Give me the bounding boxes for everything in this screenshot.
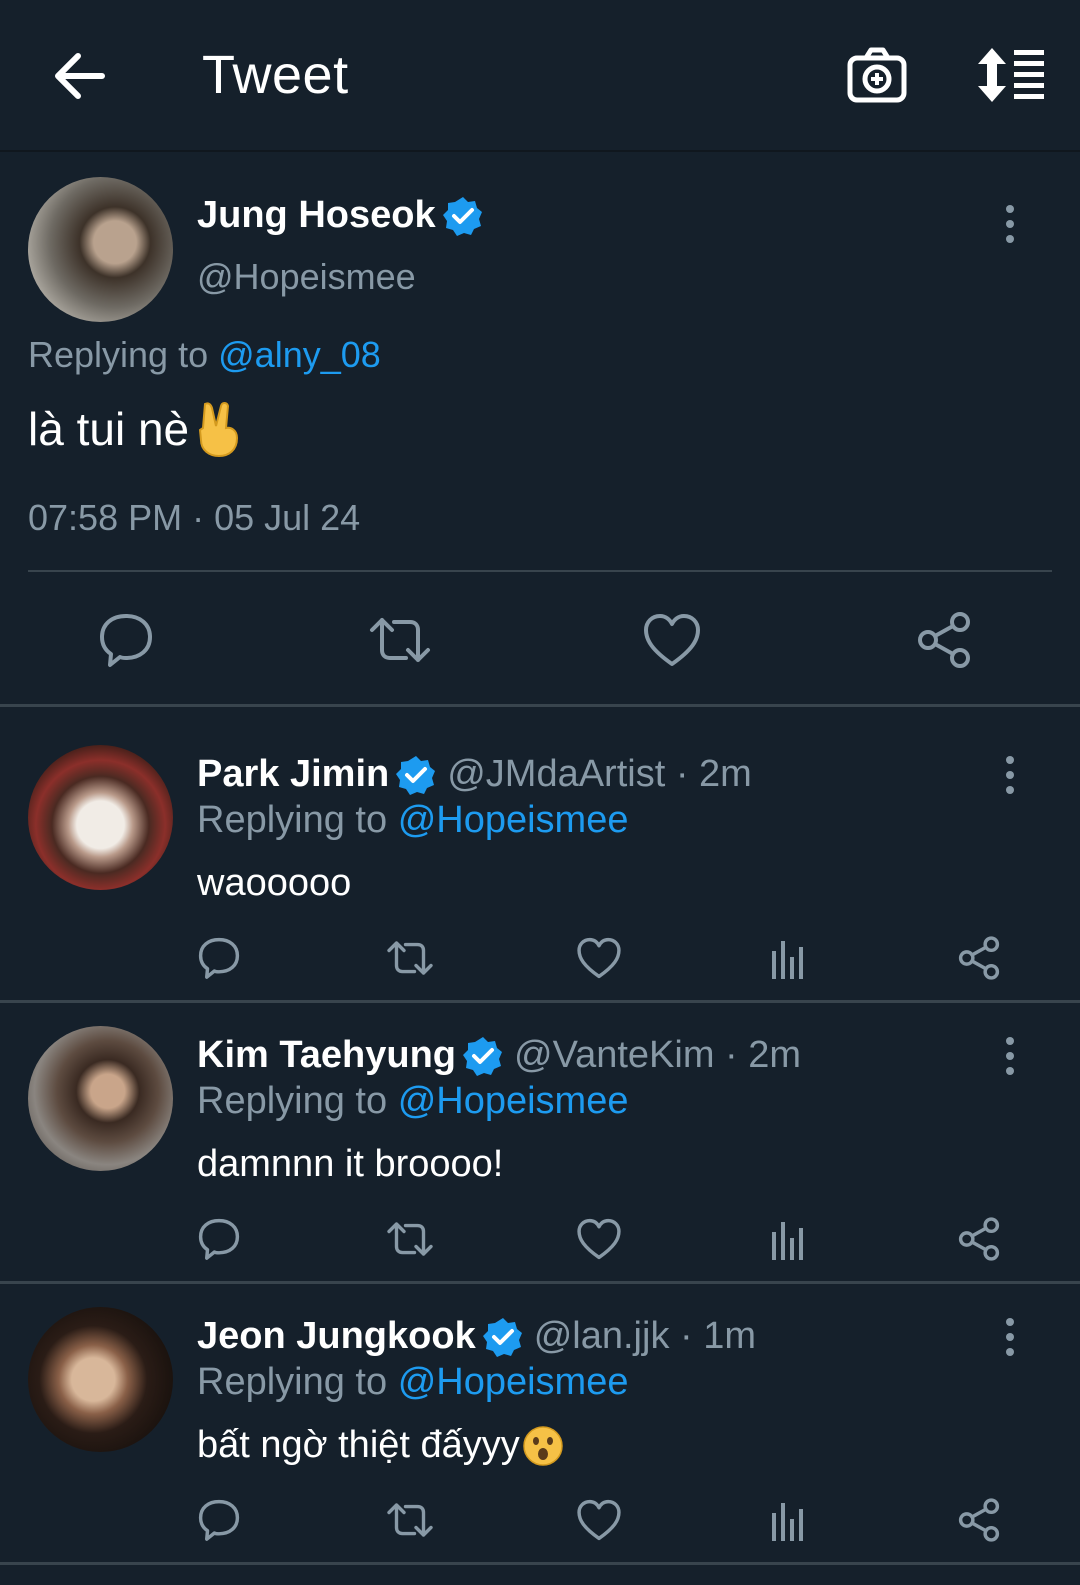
analytics-icon[interactable] [766,1497,812,1543]
replying-to-handle[interactable]: @Hopeismee [398,1080,629,1122]
divider [0,1562,1080,1565]
reply-actions [0,1497,1080,1547]
reply-text-content: damnnn it broooo! [197,1143,504,1185]
author-name[interactable]: Kim Taehyung [197,1034,456,1077]
replying-to-label: Replying to [197,1361,388,1403]
analytics-icon[interactable] [766,935,812,981]
page-title: Tweet [202,45,349,105]
author-name-text: Jung Hoseok [197,194,436,236]
tweet-detail-screen: Tweet Jung Hoseok @Hopeismee Replying to… [0,0,1080,1585]
replying-to-label: Replying to [197,799,388,841]
reply-icon[interactable] [196,935,242,981]
reply-icon[interactable] [196,1216,242,1262]
more-options-icon[interactable] [1000,755,1020,795]
author-handle[interactable]: @Hopeismee [197,256,416,298]
avatar[interactable] [28,177,173,322]
reply-actions [0,935,1080,985]
replying-to-label: Replying to [197,1080,388,1122]
more-options-icon[interactable] [1000,1317,1020,1357]
avatar[interactable] [28,1307,173,1452]
back-arrow-icon[interactable] [50,48,110,104]
like-heart-icon[interactable] [576,935,622,981]
retweet-icon[interactable] [386,1497,433,1543]
verified-badge-icon [482,1316,524,1358]
more-options-icon[interactable] [1000,204,1020,244]
reply-tweet[interactable]: Kim Taehyung @VanteKim · 2m Replying to … [0,988,1080,1268]
camera-plus-icon[interactable] [846,44,908,106]
sort-icon[interactable] [976,46,1048,104]
replying-to: Replying to @Hopeismee [197,1361,628,1404]
reply-text-content: bất ngờ thiệt đấyyy [197,1424,520,1466]
verified-badge-icon [442,195,484,237]
reply-text-content: waooooo [197,862,352,904]
handle-and-time: @JMdaArtist · 2m [447,753,752,795]
verified-badge-icon [462,1035,504,1077]
replying-to: Replying to @Hopeismee [197,1080,628,1123]
replying-to: Replying to @alny_08 [28,334,381,376]
reply-text: damnnn it broooo! [197,1143,503,1186]
author-name[interactable]: Park Jimin [197,753,389,796]
divider [28,570,1052,572]
replying-to-handle[interactable]: @alny_08 [218,334,381,375]
handle-and-time: @VanteKim · 2m [514,1034,802,1076]
victory-hand-emoji [195,400,243,458]
share-icon[interactable] [956,935,1002,981]
handle-and-time: @lan.jjk · 1m [533,1315,757,1357]
replying-to-handle[interactable]: @Hopeismee [398,799,629,841]
retweet-icon[interactable] [386,1216,433,1262]
like-heart-icon[interactable] [576,1497,622,1543]
top-bar: Tweet [0,0,1080,152]
avatar[interactable] [28,745,173,890]
replying-to: Replying to @Hopeismee [197,799,628,842]
like-heart-icon[interactable] [576,1216,622,1262]
share-icon[interactable] [914,610,974,670]
verified-badge-icon [395,754,437,796]
reply-icon[interactable] [196,1497,242,1543]
retweet-icon[interactable] [386,935,433,981]
tweet-actions [0,602,1080,672]
reply-header: Jeon Jungkook @lan.jjk · 1m [197,1315,756,1358]
tweet-timestamp: 07:58 PM · 05 Jul 24 [28,497,361,538]
avatar[interactable] [28,1026,173,1171]
replying-to-handle[interactable]: @Hopeismee [398,1361,629,1403]
like-heart-icon[interactable] [642,610,702,670]
retweet-icon[interactable] [368,610,430,670]
reply-icon[interactable] [96,610,156,670]
main-tweet: Jung Hoseok @Hopeismee Replying to @alny… [0,152,1080,712]
reply-header: Kim Taehyung @VanteKim · 2m [197,1034,801,1077]
tweet-text-content: là tui nè [28,403,190,455]
tweet-text: là tui nè [28,400,243,458]
reply-actions [0,1216,1080,1266]
reply-tweet[interactable]: Jeon Jungkook @lan.jjk · 1m Replying to … [0,1269,1080,1549]
author-name[interactable]: Jeon Jungkook [197,1315,476,1358]
replying-to-label: Replying to [28,334,209,375]
share-icon[interactable] [956,1216,1002,1262]
surprised-face-emoji [522,1425,564,1467]
reply-header: Park Jimin @JMdaArtist · 2m [197,753,752,796]
reply-text: bất ngờ thiệt đấyyy [197,1424,564,1467]
share-icon[interactable] [956,1497,1002,1543]
reply-text: waooooo [197,862,351,905]
author-name[interactable]: Jung Hoseok [197,194,484,237]
analytics-icon[interactable] [766,1216,812,1262]
more-options-icon[interactable] [1000,1036,1020,1076]
reply-tweet[interactable]: Park Jimin @JMdaArtist · 2m Replying to … [0,707,1080,987]
